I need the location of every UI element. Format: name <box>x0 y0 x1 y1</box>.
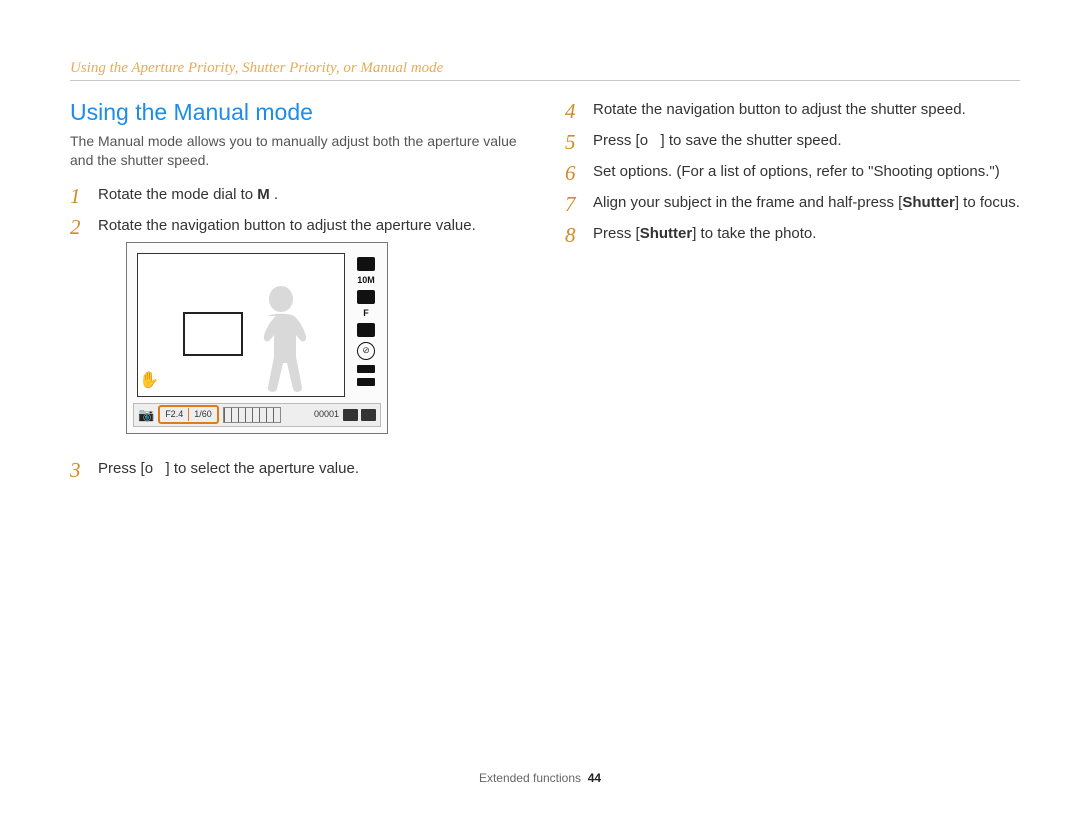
camera-mode-icon: 📷 <box>138 406 154 424</box>
step-8-text-pre: Press [ <box>593 225 640 242</box>
shutter-button-label: Shutter <box>902 194 955 211</box>
steps-left: Rotate the mode dial to M . Rotate the n… <box>70 184 525 489</box>
flash-off-icon: ⊘ <box>357 342 375 360</box>
resolution-icon: 10M <box>357 276 375 285</box>
footer-section: Extended functions <box>479 771 581 785</box>
mode-dial-value: M <box>257 186 270 203</box>
quality-icon <box>357 290 375 304</box>
page-number: 44 <box>588 771 601 785</box>
storage-battery-icons <box>343 409 376 421</box>
ok-button-label: o <box>640 132 648 149</box>
step-1: Rotate the mode dial to M . <box>70 184 525 215</box>
lcd-status-bar: 📷 F2.4 1/60 00001 <box>133 403 381 427</box>
aperture-value: F2.4 <box>160 408 189 421</box>
step-4: Rotate the navigation button to adjust t… <box>565 99 1020 130</box>
step-2-text: Rotate the navigation button to adjust t… <box>98 217 476 234</box>
subject-silhouette-icon <box>246 286 316 396</box>
iso-icon <box>357 365 375 373</box>
left-column: Using the Manual mode The Manual mode al… <box>70 99 525 489</box>
step-5: Press [o ] to save the shutter speed. <box>565 130 1020 161</box>
content-columns: Using the Manual mode The Manual mode al… <box>70 99 1020 489</box>
section-title: Using the Manual mode <box>70 99 525 126</box>
step-5-text-post: ] to save the shutter speed. <box>661 132 842 149</box>
metering-icon <box>357 257 375 271</box>
step-8-text-post: ] to take the photo. <box>692 225 816 242</box>
shutter-button-label: Shutter <box>640 225 693 242</box>
step-3-text-pre: Press [ <box>98 460 145 477</box>
storage-icon <box>343 409 358 421</box>
section-intro: The Manual mode allows you to manually a… <box>70 132 525 170</box>
step-6: Set options. (For a list of options, ref… <box>565 161 1020 192</box>
breadcrumb: Using the Aperture Priority, Shutter Pri… <box>70 60 1020 77</box>
step-6-text: Set options. (For a list of options, ref… <box>593 163 1000 180</box>
step-3: Press [o ] to select the aperture value. <box>70 458 525 489</box>
step-1-text-post: . <box>270 186 278 203</box>
step-7: Align your subject in the frame and half… <box>565 192 1020 223</box>
image-stabilization-icon: ✋ <box>139 370 159 392</box>
header-divider <box>70 80 1020 81</box>
ok-button-label: o <box>145 460 153 477</box>
right-column: Rotate the navigation button to adjust t… <box>565 99 1020 489</box>
step-1-text-pre: Rotate the mode dial to <box>98 186 257 203</box>
ev-scale-icon <box>223 407 281 423</box>
step-7-text-pre: Align your subject in the frame and half… <box>593 194 902 211</box>
manual-page: Using the Aperture Priority, Shutter Pri… <box>0 0 1080 815</box>
steps-right: Rotate the navigation button to adjust t… <box>565 99 1020 254</box>
step-5-text-pre: Press [ <box>593 132 640 149</box>
face-detect-icon <box>357 323 375 337</box>
step-8: Press [Shutter] to take the photo. <box>565 223 1020 254</box>
fine-icon: F <box>363 309 369 318</box>
frame-counter: 00001 <box>314 408 339 421</box>
shutter-value: 1/60 <box>189 408 217 421</box>
step-2: Rotate the navigation button to adjust t… <box>70 215 525 458</box>
focus-area-icon <box>183 312 243 356</box>
step-7-text-post: ] to focus. <box>955 194 1020 211</box>
step-3-text-post: ] to select the aperture value. <box>166 460 359 477</box>
drive-icon <box>357 378 375 386</box>
page-footer: Extended functions 44 <box>0 771 1080 785</box>
lcd-right-icon-stack: 10M F ⊘ <box>357 257 375 386</box>
camera-screen-illustration: ✋ 10M F ⊘ <box>126 242 525 434</box>
exposure-readout: F2.4 1/60 <box>158 405 219 424</box>
lcd-viewport <box>137 253 345 397</box>
battery-icon <box>361 409 376 421</box>
camera-lcd: ✋ 10M F ⊘ <box>126 242 388 434</box>
step-4-text: Rotate the navigation button to adjust t… <box>593 101 966 118</box>
